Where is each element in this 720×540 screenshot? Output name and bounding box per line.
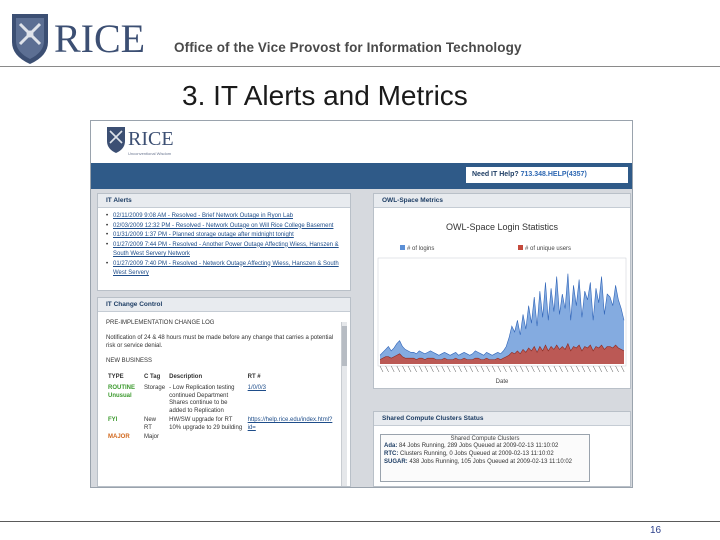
- scrollbar-thumb[interactable]: [342, 326, 347, 366]
- portal-logo-tagline: Unconventional Wisdom: [128, 151, 172, 156]
- change-log-table: TYPE C Tag Description RT # ROUTINE Unus…: [106, 374, 336, 443]
- row-type: MAJOR: [108, 434, 130, 440]
- help-prefix: Need IT Help?: [472, 171, 521, 178]
- cluster-row: Ada: 84 Jobs Running, 289 Jobs Queued at…: [381, 442, 589, 450]
- change-control-scrollbar[interactable]: [341, 322, 347, 486]
- owl-space-login-chart: OWL-Space Login Statistics # of logins #…: [374, 208, 630, 388]
- owl-space-title: OWL-Space Metrics: [374, 194, 630, 208]
- office-title: Office of the Vice Provost for Informati…: [174, 40, 522, 55]
- alert-item[interactable]: 02/11/2009 9:08 AM - Resolved - Brief Ne…: [106, 212, 346, 222]
- alert-item[interactable]: 01/27/2009 7:40 PM - Resolved - Network …: [106, 260, 346, 279]
- clusters-status-box: Shared Compute Clusters Ada: 84 Jobs Run…: [380, 434, 590, 482]
- col-type: TYPE: [108, 374, 124, 380]
- table-row: MAJOR Major: [106, 433, 336, 443]
- portal-logo-text: RICE: [128, 128, 174, 150]
- cluster-row: SUGAR: 438 Jobs Running, 105 Jobs Queued…: [381, 458, 589, 466]
- row-tag: New RT: [144, 417, 157, 431]
- rice-logo-text: RICE: [54, 16, 145, 61]
- legend-swatch-unique-users: [518, 245, 523, 250]
- change-log-notice: Notification of 24 & 48 hours must be ma…: [106, 335, 334, 349]
- table-row: FYI New RT HW/SW upgrade for RT 10% upgr…: [106, 416, 336, 433]
- x-axis-label: Date: [496, 379, 509, 385]
- slide-title: 3. IT Alerts and Metrics: [182, 80, 468, 111]
- clusters-title: Shared Compute Clusters Status: [374, 412, 630, 426]
- header-divider: [0, 66, 720, 67]
- cluster-name: Ada:: [384, 443, 398, 449]
- legend-logins: # of logins: [407, 246, 434, 252]
- it-alerts-panel: IT Alerts 02/11/2009 9:08 AM - Resolved …: [97, 193, 351, 291]
- shared-clusters-panel: Shared Compute Clusters Status Shared Co…: [373, 411, 631, 487]
- legend-swatch-logins: [400, 245, 405, 250]
- row-type: ROUTINE Unusual: [108, 385, 135, 399]
- change-log-title: PRE-IMPLEMENTATION CHANGE LOG: [106, 320, 215, 326]
- alerts-list: 02/11/2009 9:08 AM - Resolved - Brief Ne…: [98, 208, 350, 279]
- table-row: ROUTINE Unusual Storage - Low Replicatio…: [106, 384, 336, 416]
- it-change-control-panel: IT Change Control PRE-IMPLEMENTATION CHA…: [97, 297, 351, 487]
- portal-header: RICE Unconventional Wisdom: [91, 121, 632, 163]
- it-help-box[interactable]: Need IT Help? 713.348.HELP(4357): [466, 167, 628, 183]
- row-description: - Low Replication testing continued Depa…: [169, 385, 235, 414]
- page-number: 16: [650, 525, 662, 536]
- row-description: [167, 433, 246, 443]
- cluster-name: SUGAR:: [384, 459, 408, 465]
- row-tag: Major: [144, 434, 160, 440]
- row-type: FYI: [108, 417, 118, 423]
- col-tag: C Tag: [144, 374, 161, 380]
- row-rt: [246, 433, 336, 443]
- col-rt: RT #: [247, 374, 261, 380]
- chart-title: OWL-Space Login Statistics: [446, 222, 559, 232]
- cluster-status: Clusters Running, 0 Jobs Queued at 2009-…: [400, 451, 554, 457]
- row-rt-link[interactable]: https://help.rice.edu/index.html?id=: [246, 416, 336, 433]
- it-alerts-title: IT Alerts: [98, 194, 350, 208]
- alert-item[interactable]: 01/27/2009 7:44 PM - Resolved - Another …: [106, 241, 346, 260]
- slide: RICE Office of the Vice Provost for Info…: [0, 0, 720, 540]
- cluster-name: RTC:: [384, 451, 399, 457]
- change-control-title: IT Change Control: [98, 298, 350, 312]
- cluster-row: RTC: Clusters Running, 0 Jobs Queued at …: [381, 450, 589, 458]
- cluster-status: 438 Jobs Running, 105 Jobs Queued at 200…: [409, 459, 573, 465]
- col-description: Description: [169, 374, 203, 380]
- row-description: HW/SW upgrade for RT 10% upgrade to 29 b…: [169, 417, 243, 431]
- change-control-body: PRE-IMPLEMENTATION CHANGE LOG Notificati…: [98, 312, 350, 364]
- new-business-label: NEW BUSINESS: [106, 358, 153, 364]
- help-phone-number[interactable]: 713.348.HELP(4357): [521, 171, 587, 178]
- portal-logo[interactable]: RICE Unconventional Wisdom: [105, 123, 195, 159]
- alert-item[interactable]: 02/03/2009 12:32 PM - Resolved - Network…: [106, 222, 346, 232]
- cluster-status: 84 Jobs Running, 289 Jobs Queued at 2009…: [399, 443, 559, 449]
- table-header-row: TYPE C Tag Description RT #: [106, 374, 336, 384]
- alert-item[interactable]: 01/31/2009 1:37 PM - Planned storage out…: [106, 231, 346, 241]
- portal-screenshot: RICE Unconventional Wisdom Need IT Help?…: [90, 120, 633, 488]
- row-tag: Storage: [144, 385, 166, 391]
- row-rt-link[interactable]: 1/0/0/3: [246, 384, 336, 416]
- rice-logo: RICE: [12, 14, 145, 64]
- footer-divider: [0, 521, 720, 522]
- legend-unique-users: # of unique users: [525, 246, 571, 252]
- owl-space-metrics-panel: OWL-Space Metrics OWL-Space Login Statis…: [373, 193, 631, 389]
- portal-shield-icon: [107, 127, 125, 153]
